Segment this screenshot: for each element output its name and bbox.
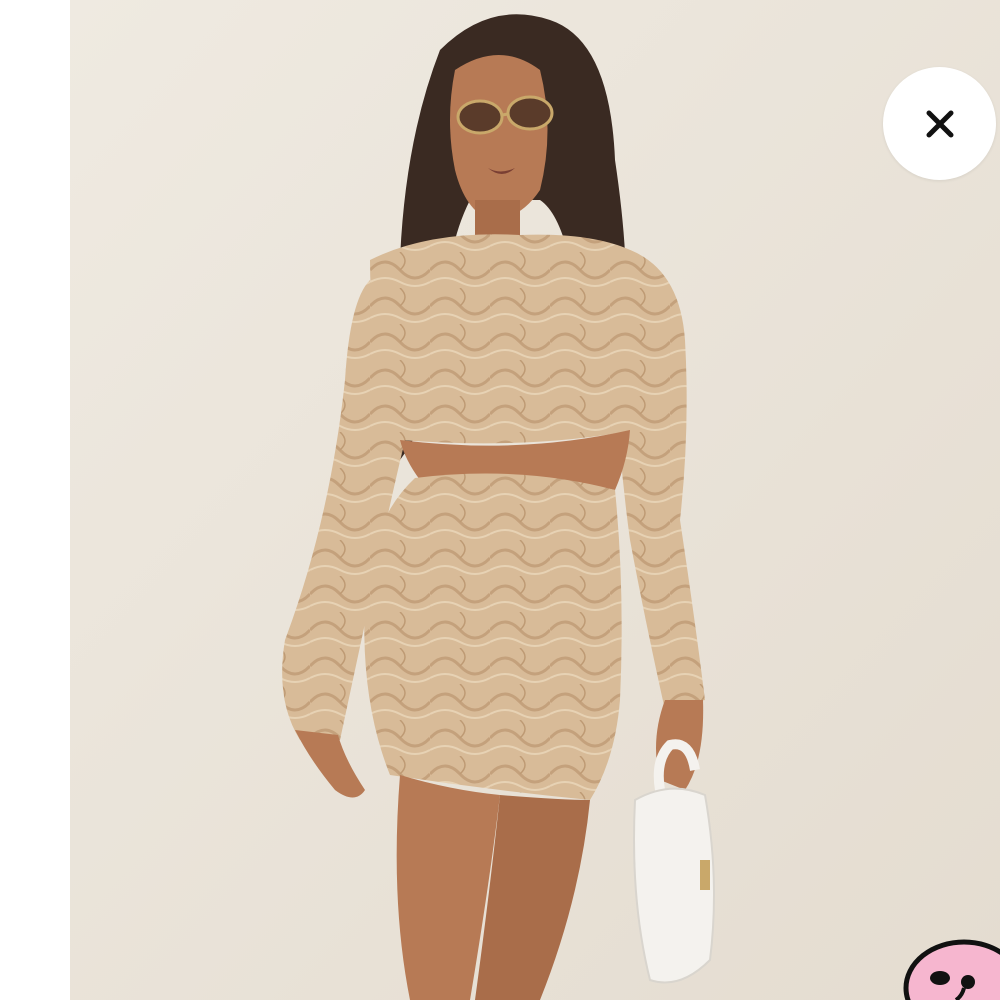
- model-illustration: [70, 0, 1000, 1000]
- face: [450, 55, 548, 220]
- crop-top: [370, 234, 647, 444]
- mini-skirt: [364, 473, 622, 800]
- image-viewer: [0, 0, 1000, 1000]
- close-icon: [926, 110, 953, 137]
- smiley-mascot-icon[interactable]: [902, 938, 1000, 1000]
- close-button[interactable]: [883, 67, 996, 180]
- product-photo: [70, 0, 1000, 1000]
- neck: [475, 200, 520, 240]
